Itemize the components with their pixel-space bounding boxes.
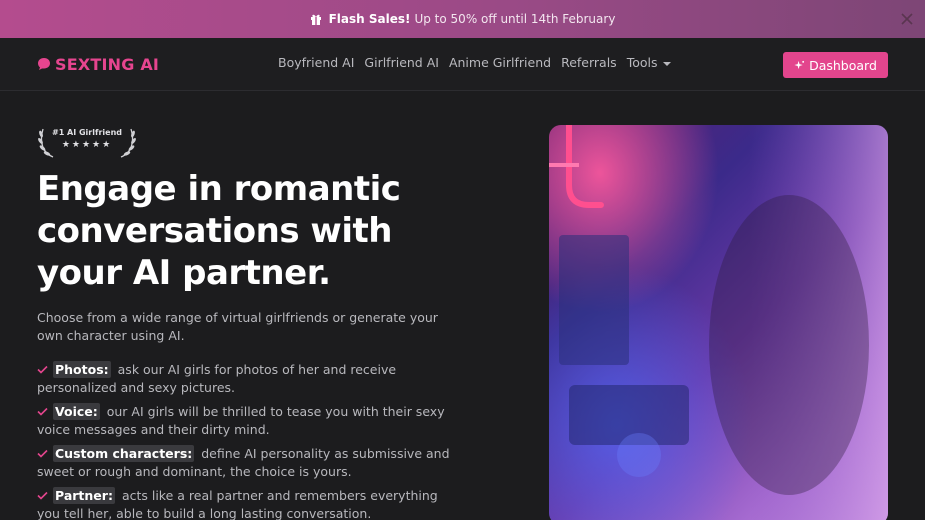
list-item: Photos: ask our AI girls for photos of h…: [37, 361, 462, 397]
feature-tag: Voice:: [53, 403, 100, 420]
award-badge: #1 AI Girlfriend ★★★★★: [37, 125, 137, 159]
dashboard-label: Dashboard: [809, 57, 877, 73]
list-item: Voice: our AI girls will be thrilled to …: [37, 403, 462, 439]
gift-icon: [310, 14, 321, 25]
hero-headline: Engage in romantic conversations with yo…: [37, 169, 401, 293]
list-item: Partner: acts like a real partner and re…: [37, 487, 462, 520]
brand-name: SEXTING AI: [55, 54, 160, 74]
dashboard-button[interactable]: Dashboard: [783, 52, 888, 78]
hero-image: [549, 125, 888, 520]
nav-item-referrals[interactable]: Referrals: [561, 55, 617, 70]
navbar: SEXTING AI Boyfriend AI Girlfriend AI An…: [0, 38, 925, 91]
caret-down-icon: [663, 61, 672, 66]
feature-tag: Partner:: [53, 487, 115, 504]
promo-banner: Flash Sales! Up to 50% off until 14th Fe…: [0, 0, 925, 38]
brand-logo[interactable]: SEXTING AI: [37, 53, 159, 75]
check-icon: [37, 449, 48, 458]
check-icon: [37, 365, 48, 374]
badge-title: #1 AI Girlfriend: [51, 128, 123, 137]
promo-text: Up to 50% off until 14th February: [414, 12, 616, 26]
list-item: Custom characters: define AI personality…: [37, 445, 462, 481]
feature-tag: Custom characters:: [53, 445, 195, 462]
hero-subtitle: Choose from a wide range of virtual girl…: [37, 310, 438, 343]
close-icon[interactable]: [899, 11, 915, 27]
star-rating: ★★★★★: [61, 140, 113, 150]
nav-item-anime-girlfriend[interactable]: Anime Girlfriend: [449, 55, 551, 70]
nav-menu: Boyfriend AI Girlfriend AI Anime Girlfri…: [278, 55, 672, 70]
check-icon: [37, 407, 48, 416]
hero-image-art: [549, 125, 888, 520]
check-icon: [37, 491, 48, 500]
chat-bubble-icon: [38, 58, 50, 70]
nav-item-boyfriend-ai[interactable]: Boyfriend AI: [278, 55, 354, 70]
nav-item-tools-label: Tools: [626, 55, 658, 70]
sparkle-icon: [794, 60, 805, 69]
feature-tag: Photos:: [53, 361, 111, 378]
nav-item-tools[interactable]: Tools: [627, 55, 672, 70]
nav-item-girlfriend-ai[interactable]: Girlfriend AI: [364, 55, 439, 70]
promo-strong: Flash Sales!: [328, 12, 411, 26]
feature-list: Photos: ask our AI girls for photos of h…: [37, 361, 462, 520]
